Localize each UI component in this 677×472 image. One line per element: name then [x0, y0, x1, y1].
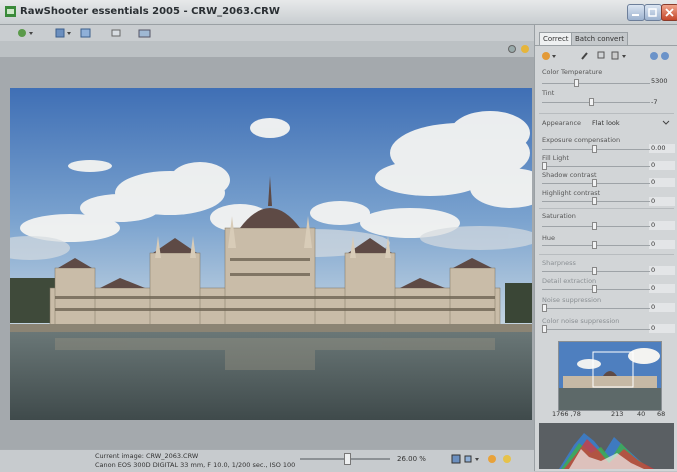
viewer-toolbar — [0, 41, 534, 57]
fill-light-value[interactable]: 0 — [649, 161, 675, 170]
parliament-photo — [10, 88, 532, 420]
tab-divider — [535, 45, 677, 46]
shadow-contrast-value[interactable]: 0 — [649, 178, 675, 187]
minimize-icon — [632, 14, 639, 16]
close-button[interactable] — [661, 4, 677, 21]
section-divider — [539, 113, 674, 114]
noise-suppression-slider[interactable] — [542, 304, 547, 312]
sharpness-label: Sharpness — [542, 259, 576, 267]
exposure-slider[interactable] — [592, 145, 597, 153]
shadow-contrast-label: Shadow contrast — [542, 171, 597, 179]
color-noise-slider[interactable] — [542, 325, 547, 333]
navigator-thumbnail[interactable] — [558, 341, 662, 411]
status-bar: Current image: CRW_2063.CRW Canon EOS 30… — [0, 449, 534, 472]
appearance-value: Flat look — [592, 119, 620, 127]
saturation-label: Saturation — [542, 212, 576, 220]
maximize-button[interactable] — [644, 4, 662, 21]
title-bar: RawShooter essentials 2005 - CRW_2063.CR… — [0, 0, 677, 25]
current-image-label: Current image: CRW_2063.CRW — [95, 452, 199, 460]
snapshot-dropdown-icon[interactable] — [541, 50, 557, 61]
color-temperature-label: Color Temperature — [542, 68, 603, 76]
detail-extraction-value[interactable]: 0 — [649, 284, 675, 293]
detail-extraction-slider[interactable] — [592, 285, 597, 293]
close-icon — [665, 8, 674, 17]
image-viewer[interactable] — [0, 41, 534, 449]
appearance-label: Appearance — [542, 119, 582, 127]
minimize-button[interactable] — [627, 4, 645, 21]
settings-icon[interactable] — [507, 44, 517, 54]
window-title: RawShooter essentials 2005 - CRW_2063.CR… — [20, 6, 280, 17]
app-logo-icon — [5, 6, 16, 17]
panel-toolbar — [535, 47, 677, 64]
noise-suppression-label: Noise suppression — [542, 296, 602, 304]
saturation-slider[interactable] — [592, 222, 597, 230]
rotate-icon[interactable] — [110, 27, 122, 39]
undo-redo-icon[interactable] — [649, 50, 671, 61]
section-divider — [539, 208, 674, 209]
tab-correct[interactable]: Correct — [539, 32, 573, 45]
tab-batch-convert[interactable]: Batch convert — [571, 32, 628, 45]
highlight-contrast-value[interactable]: 0 — [649, 197, 675, 206]
color-picker-icon[interactable] — [520, 44, 530, 54]
hue-value[interactable]: 0 — [649, 240, 675, 249]
tint-value[interactable]: -7 — [649, 98, 675, 107]
sharpness-slider[interactable] — [592, 267, 597, 275]
folder-icon[interactable] — [138, 27, 152, 39]
application-window: RawShooter essentials 2005 - CRW_2063.CR… — [0, 0, 677, 472]
zoom-level: 26.00 % — [397, 455, 426, 463]
fill-light-slider[interactable] — [542, 162, 547, 170]
navigator-readout: 1766 ,78 213 40 68 — [539, 409, 674, 421]
red-readout: 213 — [611, 410, 624, 418]
crop-icon[interactable] — [596, 50, 606, 61]
highlight-contrast-label: Highlight contrast — [542, 189, 601, 197]
chevron-down-icon — [662, 120, 670, 125]
main-toolbar — [0, 25, 534, 41]
color-temperature-value[interactable]: 5300 — [649, 77, 675, 86]
highlight-contrast-slider[interactable] — [592, 197, 597, 205]
layout-view-icon[interactable] — [55, 27, 79, 39]
color-temperature-slider[interactable] — [574, 79, 579, 87]
hue-slider[interactable] — [592, 241, 597, 249]
noise-suppression-track[interactable] — [542, 308, 650, 309]
green-readout: 40 — [637, 410, 646, 418]
rotate-dropdown-icon[interactable] — [611, 50, 629, 61]
exposure-value[interactable]: 0.00 — [649, 144, 675, 153]
exif-info: Canon EOS 300D DIGITAL 33 mm, F 10.0, 1/… — [95, 461, 296, 469]
sharpness-value[interactable]: 0 — [649, 266, 675, 275]
color-noise-track[interactable] — [542, 329, 650, 330]
fit-view-icon[interactable] — [451, 454, 461, 464]
color-temperature-track[interactable] — [542, 83, 650, 84]
exposure-label: Exposure compensation — [542, 136, 621, 144]
saturation-value[interactable]: 0 — [649, 221, 675, 230]
color-noise-value[interactable]: 0 — [649, 324, 675, 333]
tint-slider[interactable] — [589, 98, 594, 106]
compare-view-icon[interactable] — [464, 454, 482, 464]
fill-light-track[interactable] — [542, 166, 650, 167]
correction-panel: Correct Batch convert Color Temperature … — [534, 25, 677, 471]
highlight-warning-icon[interactable] — [487, 454, 497, 464]
zoom-slider-thumb[interactable] — [344, 453, 351, 465]
position-readout: 1766 ,78 — [552, 410, 581, 418]
hue-label: Hue — [542, 234, 556, 242]
detail-extraction-label: Detail extraction — [542, 277, 597, 285]
section-divider — [539, 254, 674, 255]
maximize-icon — [648, 8, 657, 17]
color-noise-label: Color noise suppression — [542, 317, 620, 325]
single-view-icon[interactable] — [80, 27, 92, 39]
fill-light-label: Fill Light — [542, 154, 569, 162]
shadow-contrast-slider[interactable] — [592, 179, 597, 187]
histogram — [539, 423, 674, 469]
eyedropper-icon[interactable] — [580, 50, 590, 61]
appearance-dropdown[interactable]: Flat look — [592, 117, 672, 128]
noise-suppression-value[interactable]: 0 — [649, 303, 675, 312]
globe-dropdown-icon[interactable] — [16, 27, 36, 39]
blue-readout: 68 — [657, 410, 666, 418]
tint-label: Tint — [542, 89, 555, 97]
shadow-warning-icon[interactable] — [502, 454, 512, 464]
tint-track[interactable] — [542, 102, 650, 103]
